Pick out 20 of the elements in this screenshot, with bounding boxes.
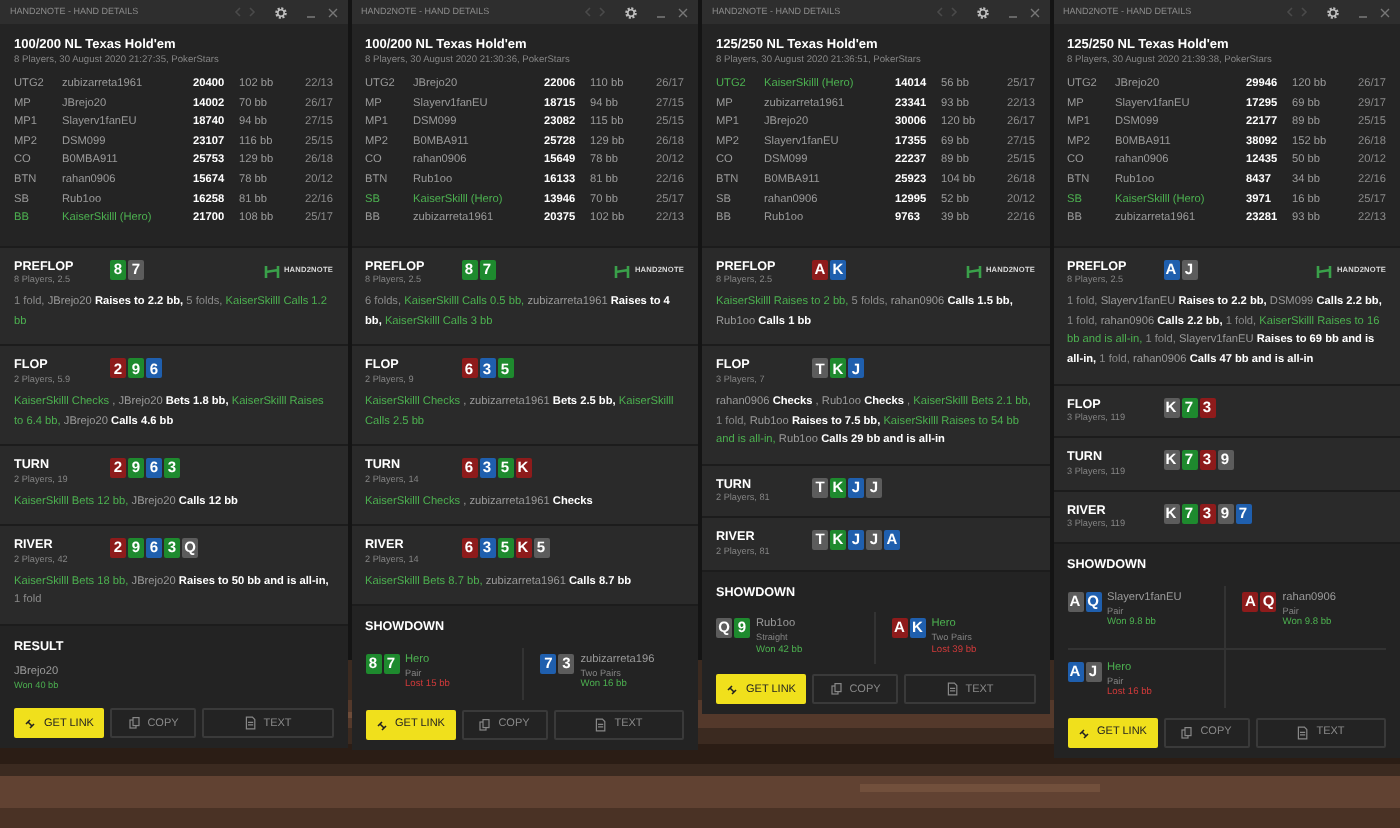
logo-icon: [263, 263, 280, 280]
copy-icon: [127, 716, 142, 731]
close-icon[interactable]: [327, 7, 337, 17]
document-icon: [594, 717, 609, 732]
logo-icon: [1316, 263, 1333, 280]
settings-icon[interactable]: [1326, 5, 1340, 19]
logo-icon: [614, 263, 631, 280]
settings-icon[interactable]: [975, 5, 989, 19]
copy-icon: [1180, 725, 1195, 740]
document-icon: [243, 716, 258, 731]
close-icon[interactable]: [1029, 7, 1039, 17]
copy-icon: [478, 717, 493, 732]
document-icon: [1296, 725, 1311, 740]
close-icon[interactable]: [678, 7, 688, 17]
settings-icon[interactable]: [273, 5, 287, 19]
copy-icon: [829, 682, 844, 697]
close-icon[interactable]: [1380, 7, 1390, 17]
document-icon: [945, 682, 960, 697]
logo-icon: [965, 263, 982, 280]
settings-icon[interactable]: [624, 5, 638, 19]
